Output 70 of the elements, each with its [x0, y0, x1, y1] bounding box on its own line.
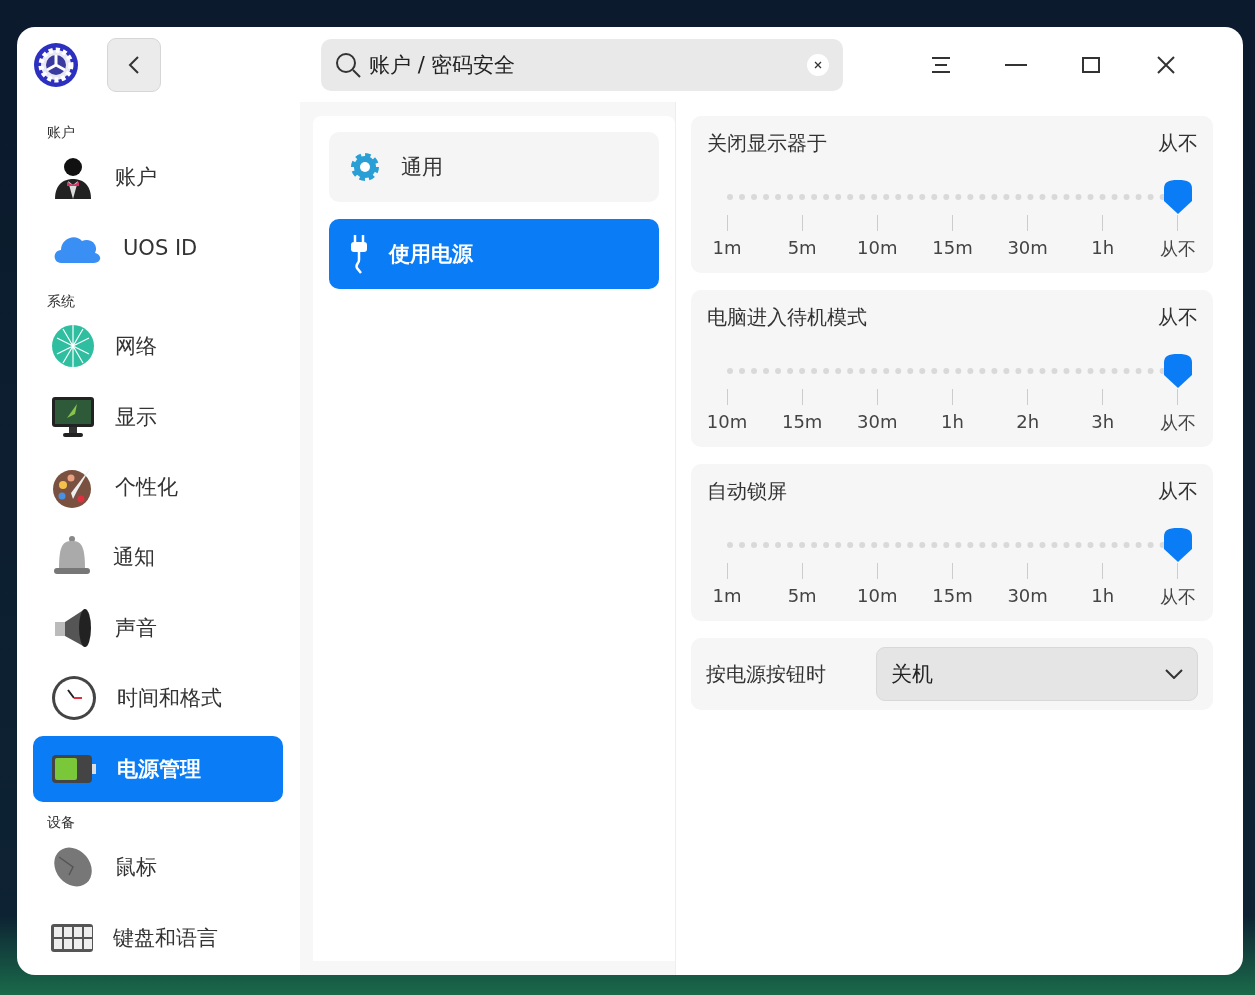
- power-action-dropdown[interactable]: 关机: [876, 647, 1198, 701]
- slider[interactable]: [727, 179, 1194, 215]
- minimize-icon: [1004, 62, 1027, 67]
- setting-title: 按电源按钮时: [706, 660, 826, 688]
- chevron-left-icon: [127, 54, 141, 75]
- battery-icon: [51, 753, 97, 784]
- search-icon: [335, 51, 361, 78]
- section-title: 账户: [46, 123, 76, 142]
- sidebar-item[interactable]: 通知: [33, 524, 283, 591]
- monitor-icon: [51, 395, 95, 438]
- tick-label: 10m: [857, 237, 898, 258]
- sidebar-item[interactable]: 账户: [33, 144, 283, 211]
- setting-value: 从不: [1158, 304, 1198, 331]
- clock-icon: [51, 675, 97, 722]
- tick-label: 1m: [712, 585, 742, 606]
- search-field[interactable]: 账户 / 密码安全: [321, 38, 843, 91]
- globe-icon: [51, 324, 95, 369]
- tick-label: 30m: [1007, 237, 1048, 258]
- chevron-down-icon: [1165, 669, 1183, 679]
- clear-button[interactable]: [807, 53, 829, 76]
- tick-label: 3h: [1091, 411, 1115, 432]
- tick-label: 15m: [932, 585, 973, 606]
- sidebar-item[interactable]: 个性化: [33, 453, 283, 521]
- close-icon: [1156, 55, 1175, 74]
- setting-title: 自动锁屏: [707, 478, 787, 505]
- tick-label: 1m: [712, 237, 742, 258]
- slider[interactable]: [727, 353, 1194, 389]
- setting-title: 电脑进入待机模式: [707, 304, 867, 331]
- tick-label: 5m: [787, 237, 817, 258]
- keyboard-icon: [51, 923, 93, 952]
- sidebar-item[interactable]: 时间和格式: [33, 665, 283, 732]
- sidebar-item[interactable]: 电源管理: [33, 735, 283, 803]
- tick-label: 1h: [1091, 237, 1115, 258]
- slider-thumb[interactable]: [1162, 353, 1194, 389]
- nav-item[interactable]: 使用电源: [329, 219, 659, 289]
- sidebar-item[interactable]: 网络: [33, 312, 283, 380]
- tick-label: 从不: [1159, 411, 1196, 435]
- sidebar-item[interactable]: 鼠标: [33, 834, 283, 901]
- section-title: 系统: [46, 291, 76, 311]
- sidebar-item[interactable]: 键盘和语言: [33, 904, 283, 971]
- tick-label: 30m: [857, 411, 898, 432]
- sidebar-item[interactable]: 显示: [33, 383, 283, 450]
- tick-label: 从不: [1159, 585, 1196, 609]
- tick-label: 从不: [1159, 237, 1196, 261]
- tick-label: 2h: [1016, 411, 1040, 432]
- setting-value: 从不: [1158, 130, 1198, 157]
- tick-label: 15m: [932, 237, 973, 258]
- setting-title: 关闭显示器于: [707, 130, 827, 157]
- tick-label: 30m: [1007, 585, 1048, 606]
- sidebar-item[interactable]: 声音: [33, 594, 283, 662]
- tick-label: 1h: [1091, 585, 1115, 606]
- search-query: 账户 / 密码安全: [369, 51, 517, 79]
- section-title: 设备: [46, 813, 76, 833]
- tick-label: 5m: [787, 585, 817, 606]
- gear-icon: [349, 151, 381, 183]
- maximize-icon: [1081, 56, 1100, 73]
- sidebar-item[interactable]: UOS ID: [33, 214, 283, 281]
- menu-icon: [930, 55, 951, 74]
- app-logo-icon: [33, 41, 79, 88]
- plug-icon: [349, 234, 369, 274]
- tick-label: 15m: [781, 411, 823, 432]
- tick-label: 10m: [706, 411, 748, 432]
- slider-thumb[interactable]: [1162, 527, 1194, 563]
- close-icon: [814, 60, 822, 69]
- tick-label: 10m: [857, 585, 898, 606]
- slider[interactable]: [727, 527, 1194, 563]
- setting-value: 从不: [1158, 478, 1198, 505]
- tick-label: 1h: [941, 411, 964, 432]
- nav-item[interactable]: 通用: [329, 132, 659, 202]
- slider-thumb[interactable]: [1162, 179, 1194, 215]
